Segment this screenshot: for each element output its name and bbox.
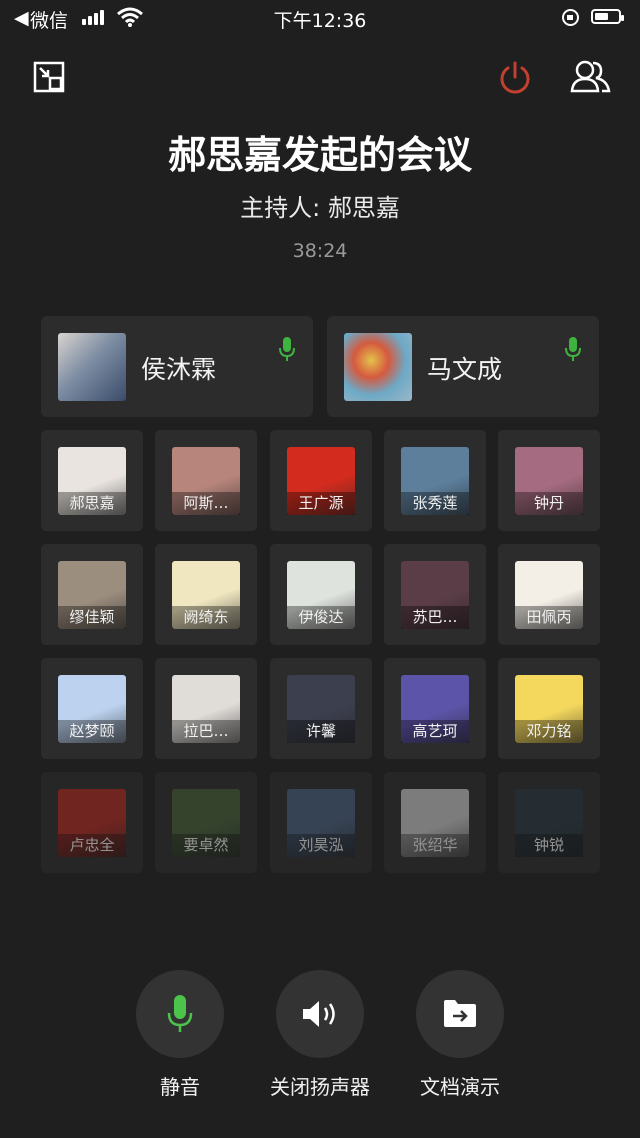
rotation-lock-icon — [562, 9, 579, 26]
power-icon[interactable] — [497, 60, 533, 96]
status-bar: ◀ 微信 下午12:36 — [0, 0, 640, 36]
participant-name: 许馨 — [287, 720, 355, 743]
participant-tile[interactable]: 田佩丙 — [498, 544, 600, 645]
avatar — [58, 333, 126, 401]
participant-name: 苏巴… — [401, 606, 469, 629]
participant-name: 刘昊泓 — [287, 834, 355, 857]
participant-tile[interactable]: 要卓然 — [155, 772, 257, 873]
document-share-label: 文档演示 — [420, 1075, 500, 1099]
speaker-name: 马文成 — [427, 355, 503, 384]
participant-name: 王广源 — [287, 492, 355, 515]
participant-tile[interactable]: 卢忠全 — [41, 772, 143, 873]
participant-tile[interactable]: 阙绮东 — [155, 544, 257, 645]
participant-name: 张绍华 — [401, 834, 469, 857]
participant-tile[interactable]: 邓力铭 — [498, 658, 600, 759]
participant-name: 钟丹 — [515, 492, 583, 515]
participant-tile[interactable]: 缪佳颖 — [41, 544, 143, 645]
participant-tile[interactable]: 张秀莲 — [384, 430, 486, 531]
participant-tile[interactable]: 许馨 — [270, 658, 372, 759]
participant-tile[interactable]: 钟锐 — [498, 772, 600, 873]
battery-icon — [591, 9, 624, 24]
minimize-window-icon[interactable] — [33, 61, 67, 95]
avatar — [344, 333, 412, 401]
participant-tile[interactable]: 伊俊达 — [270, 544, 372, 645]
mute-label: 静音 — [160, 1075, 200, 1099]
folder-share-icon — [444, 1000, 476, 1027]
participant-tile[interactable]: 张绍华 — [384, 772, 486, 873]
meeting-title: 郝思嘉发起的会议 — [167, 133, 472, 177]
participant-name: 邓力铭 — [515, 720, 583, 743]
participant-tile[interactable]: 苏巴… — [384, 544, 486, 645]
speaker-card[interactable]: 侯沐霖 — [41, 316, 313, 417]
meeting-host: 主持人: 郝思嘉 — [240, 194, 400, 222]
participant-tile[interactable]: 高艺珂 — [384, 658, 486, 759]
microphone-icon — [167, 995, 193, 1032]
participant-tile[interactable]: 拉巴… — [155, 658, 257, 759]
participant-name: 伊俊达 — [287, 606, 355, 629]
participant-name: 卢忠全 — [58, 834, 126, 857]
document-share-button[interactable] — [416, 970, 504, 1058]
participant-name: 张秀莲 — [401, 492, 469, 515]
participant-name: 郝思嘉 — [58, 492, 126, 515]
microphone-active-icon — [565, 337, 581, 361]
participant-tile[interactable]: 赵梦颐 — [41, 658, 143, 759]
participant-tile[interactable]: 王广源 — [270, 430, 372, 531]
participant-name: 田佩丙 — [515, 606, 583, 629]
microphone-active-icon — [279, 337, 295, 361]
speaker-name: 侯沐霖 — [141, 355, 217, 384]
participant-name: 要卓然 — [172, 834, 240, 857]
participant-name: 阙绮东 — [172, 606, 240, 629]
participant-tile[interactable]: 钟丹 — [498, 430, 600, 531]
status-time: 下午12:36 — [273, 10, 367, 32]
speaker-card[interactable]: 马文成 — [327, 316, 599, 417]
mute-button[interactable] — [136, 970, 224, 1058]
speaker-toggle-label: 关闭扬声器 — [270, 1075, 370, 1099]
participant-tile[interactable]: 刘昊泓 — [270, 772, 372, 873]
members-icon[interactable] — [569, 59, 613, 95]
participant-tile[interactable]: 阿斯… — [155, 430, 257, 531]
participant-name: 拉巴… — [172, 720, 240, 743]
participant-name: 钟锐 — [515, 834, 583, 857]
participant-name: 赵梦颐 — [58, 720, 126, 743]
participant-name: 缪佳颖 — [58, 606, 126, 629]
meeting-duration: 38:24 — [292, 240, 348, 262]
participant-name: 阿斯… — [172, 492, 240, 515]
speaker-toggle-button[interactable] — [276, 970, 364, 1058]
participant-name: 高艺珂 — [401, 720, 469, 743]
participant-tile[interactable]: 郝思嘉 — [41, 430, 143, 531]
speaker-icon — [303, 1001, 335, 1027]
